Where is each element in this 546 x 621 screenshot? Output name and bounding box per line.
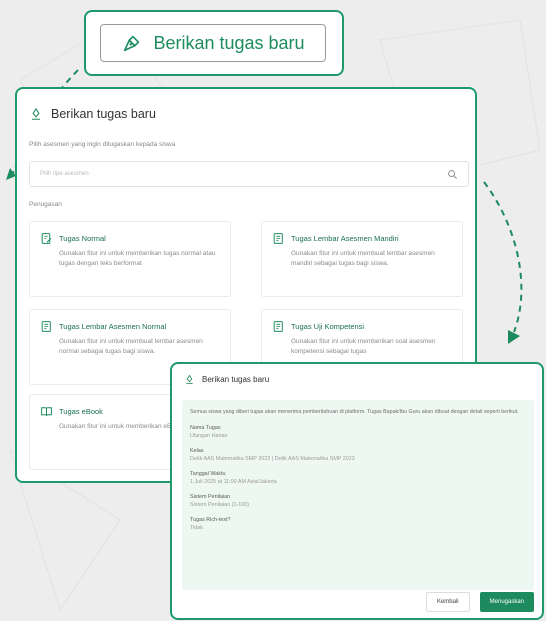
book-icon	[41, 407, 52, 416]
list-doc-icon	[273, 321, 283, 332]
field-label: Sistem Penilaian	[190, 494, 231, 501]
new-task-button-label: Berikan tugas baru	[153, 32, 305, 53]
option-description: Gunakan fitur ini untuk memberikan soal …	[291, 338, 436, 355]
panel-subtitle: Pilih asesmen yang ingin ditugaskan kepa…	[29, 141, 176, 148]
field-date-time: Tanggal Waktu 1 Juli 2025 at 11:00 AM As…	[190, 471, 526, 485]
panel-header: Berikan tugas baru	[29, 107, 156, 121]
option-title: Tugas Lembar Asesmen Normal	[59, 322, 167, 331]
assign-button[interactable]: Menugaskan	[479, 592, 534, 612]
option-description: Gunakan fitur ini untuk membuat lembar a…	[291, 250, 435, 267]
assessment-type-search[interactable]: Pilih tipe asesmen	[29, 161, 469, 187]
field-value: Sistem Penilaian (1-100)	[190, 502, 250, 509]
field-label: Tanggal Waktu	[190, 471, 226, 478]
option-description: Gunakan fitur ini untuk membuat lembar a…	[59, 338, 203, 355]
field-value: 1 Juli 2025 at 11:00 AM Asia/Jakarta	[190, 479, 277, 486]
edit-doc-icon	[41, 233, 52, 244]
option-title: Tugas eBook	[59, 407, 103, 416]
arrowhead-right	[508, 330, 520, 344]
option-tugas-normal[interactable]: Tugas Normal Gunakan fitur ini untuk mem…	[29, 221, 231, 297]
panel-title: Berikan tugas baru	[51, 107, 156, 121]
field-task-name: Nama Tugas Ulangan Harian	[190, 425, 526, 439]
search-icon	[448, 169, 457, 179]
new-task-button[interactable]: Berikan tugas baru	[100, 24, 326, 62]
list-doc-icon	[41, 321, 51, 332]
field-value: Detik AAS Matematika SMP 2023 | Detik AA…	[190, 456, 355, 463]
dialog-summary: Semua siswa yang diberi tugas akan mener…	[182, 400, 534, 590]
option-title: Tugas Uji Kompetensi	[291, 322, 365, 331]
field-label: Tugas Rich-text?	[190, 517, 231, 524]
pen-nib-icon	[31, 108, 41, 120]
option-lembar-asesmen-mandiri[interactable]: Tugas Lembar Asesmen Mandiri Gunakan fit…	[261, 221, 463, 297]
field-grading-system: Sistem Penilaian Sistem Penilaian (1-100…	[190, 494, 526, 508]
dialog-header: Berikan tugas baru	[184, 374, 269, 385]
dialog-notice: Semua siswa yang diberi tugas akan mener…	[190, 409, 519, 415]
pen-nib-icon	[186, 374, 193, 385]
new-task-button-card: Berikan tugas baru	[84, 10, 344, 76]
section-label: Penugasan	[29, 201, 62, 208]
field-label: Kelas	[190, 448, 204, 455]
dialog-title: Berikan tugas baru	[202, 375, 270, 384]
search-placeholder: Pilih tipe asesmen	[40, 171, 89, 177]
dialog-actions: Kembali Menugaskan	[425, 592, 534, 612]
confirm-task-dialog: Berikan tugas baru Semua siswa yang dibe…	[170, 362, 544, 620]
field-rich-text: Tugas Rich-text? Tidak	[190, 517, 526, 531]
option-description: Gunakan fitur ini untuk memberikan tugas…	[59, 250, 216, 267]
connector-arrow-right	[483, 181, 523, 333]
pen-nib-icon	[124, 35, 140, 52]
option-title: Tugas Normal	[59, 234, 106, 243]
field-value: Ulangan Harian	[190, 433, 228, 440]
list-doc-icon	[273, 233, 283, 244]
back-button[interactable]: Kembali	[425, 592, 470, 612]
field-label: Nama Tugas	[190, 425, 221, 432]
field-value: Tidak	[190, 525, 203, 532]
option-title: Tugas Lembar Asesmen Mandiri	[291, 234, 399, 243]
field-class: Kelas Detik AAS Matematika SMP 2023 | De…	[190, 448, 526, 462]
